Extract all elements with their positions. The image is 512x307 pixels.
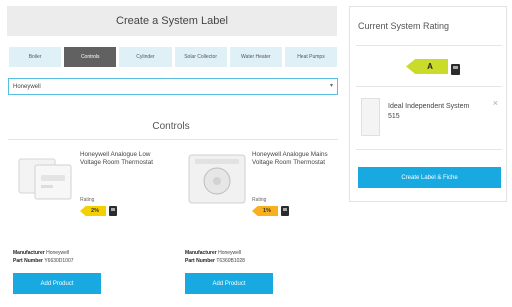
product-card: Honeywell Analogue Mains Voltage Room Th…: [181, 147, 339, 303]
manufacturer-label: Manufacturer: [185, 250, 217, 256]
manufacturer-select[interactable]: Honeywell ▾: [8, 78, 338, 95]
part-number-line: Part Number T6360B1028: [185, 258, 245, 264]
part-number-value: T6360B1028: [216, 258, 245, 264]
add-product-button[interactable]: Add Product: [185, 273, 273, 294]
rating-group: 2%: [80, 206, 117, 216]
rating-group: 1%: [252, 206, 289, 216]
product-name: Honeywell Analogue Low Voltage Room Ther…: [80, 151, 154, 166]
part-number-label: Part Number: [13, 258, 44, 264]
rating-label: Rating: [80, 197, 95, 203]
close-icon[interactable]: ×: [493, 98, 498, 108]
chevron-down-icon: ▾: [329, 83, 333, 89]
manufacturer-line: Manufacturer Honeywell: [13, 250, 69, 256]
panel-title: Current System Rating: [358, 21, 450, 31]
rating-badge: 2%: [80, 206, 106, 216]
builder-panel: Create a System Label Boiler Controls Cy…: [0, 0, 342, 307]
system-rating-badge: A: [406, 59, 448, 74]
boiler-thumbnail: [361, 98, 380, 136]
divider: [356, 45, 502, 46]
tab-heat-pumps[interactable]: Heat Pumps: [284, 47, 338, 67]
manufacturer-label: Manufacturer: [13, 250, 45, 256]
manufacturer-value: Honeywell: [46, 250, 70, 256]
rating-label: Rating: [252, 197, 267, 203]
manufacturer-select-value: Honeywell: [13, 83, 41, 90]
selected-product-name: Ideal Independent System 515: [388, 103, 470, 120]
divider: [8, 139, 338, 140]
create-label-button[interactable]: Create Label & Fiche: [358, 167, 501, 188]
category-tabs: Boiler Controls Cylinder Solar Collector…: [9, 47, 338, 67]
tab-boiler[interactable]: Boiler: [9, 47, 62, 67]
info-icon[interactable]: [281, 206, 289, 216]
rating-badge: 1%: [252, 206, 278, 216]
part-number-label: Part Number: [185, 258, 216, 264]
tab-water-heater[interactable]: Water Heater: [229, 47, 282, 67]
manufacturer-line: Manufacturer Honeywell: [185, 250, 241, 256]
tab-solar-collector[interactable]: Solar Collector: [174, 47, 227, 67]
product-name: Honeywell Analogue Mains Voltage Room Th…: [252, 151, 328, 166]
manufacturer-value: Honeywell: [218, 250, 242, 256]
divider: [356, 149, 502, 150]
thermostat-image: [13, 153, 79, 205]
system-rating-group: A: [406, 58, 460, 75]
system-rating-panel: Current System Rating A Ideal Independen…: [349, 6, 507, 202]
divider: [356, 86, 502, 87]
info-icon[interactable]: [109, 206, 117, 216]
tab-controls[interactable]: Controls: [64, 47, 117, 67]
tab-cylinder[interactable]: Cylinder: [119, 47, 172, 67]
info-icon[interactable]: [451, 64, 460, 75]
section-title: Controls: [152, 121, 190, 132]
part-number-line: Part Number Y6630D1007: [13, 258, 74, 264]
product-card: Honeywell Analogue Low Voltage Room Ther…: [9, 147, 167, 303]
part-number-value: Y6630D1007: [44, 258, 74, 264]
thermostat-image: [185, 153, 251, 205]
add-product-button[interactable]: Add Product: [13, 273, 101, 294]
page-title: Create a System Label: [7, 6, 337, 36]
